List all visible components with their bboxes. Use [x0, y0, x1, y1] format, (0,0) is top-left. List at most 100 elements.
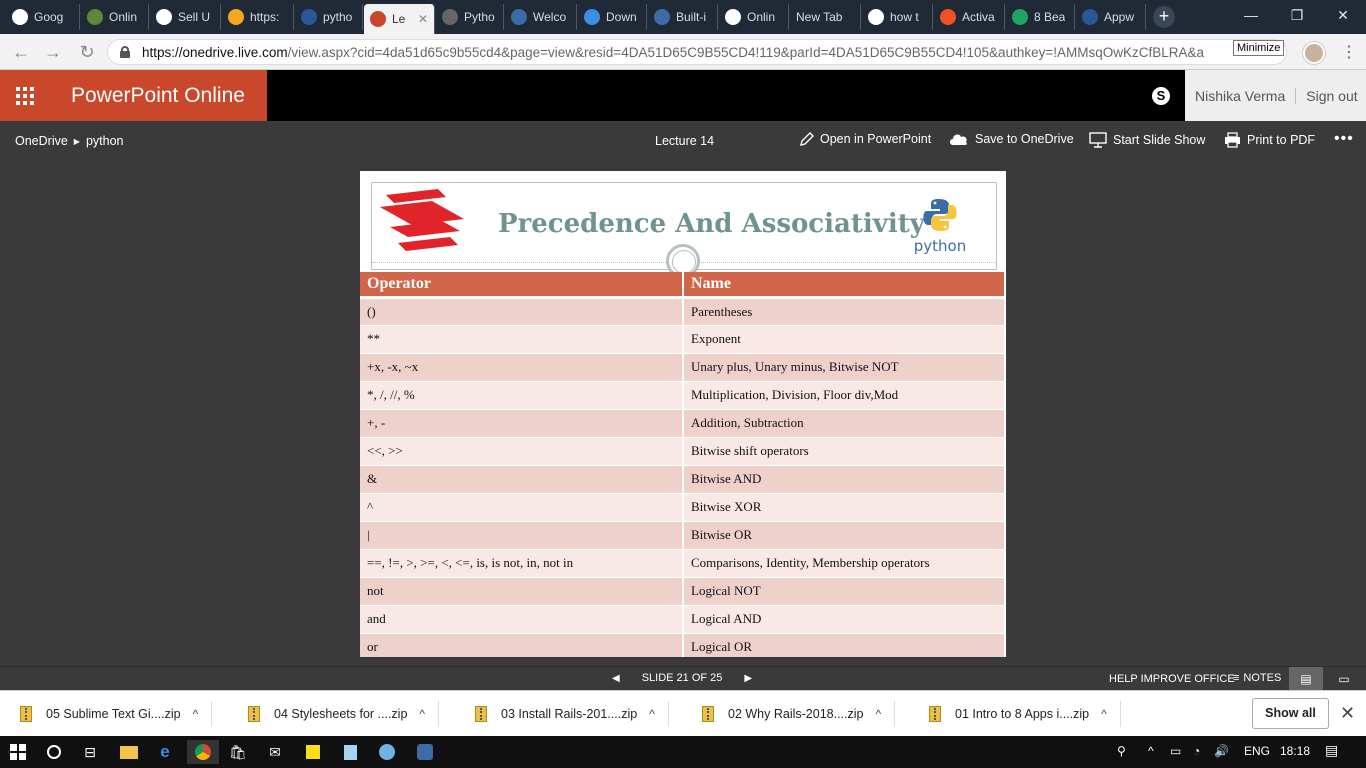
address-bar: ← → ↻ https://onedrive.live.com/view.asp… [0, 34, 1366, 70]
chevron-up-icon[interactable]: ^ [1101, 707, 1107, 721]
browser-tab[interactable]: how t [862, 4, 933, 30]
profile-avatar-icon[interactable] [1303, 42, 1325, 64]
browser-tab[interactable]: Onlin [81, 4, 149, 30]
browser-tab[interactable]: https: [222, 4, 294, 30]
windows-start-icon[interactable] [2, 740, 34, 764]
python-logo: python [912, 193, 968, 255]
previous-slide-icon[interactable]: ◀ [612, 673, 620, 684]
chrome-menu-icon[interactable]: ⋮ [1340, 42, 1358, 64]
clock[interactable]: 18:18 [1280, 744, 1310, 758]
browser-tab[interactable]: Welco [505, 4, 577, 30]
new-tab-button[interactable]: + [1153, 6, 1175, 28]
more-options-icon[interactable]: ••• [1334, 130, 1354, 148]
task-view-icon[interactable]: ⊟ [74, 740, 106, 764]
start-slide-show-button[interactable]: Start Slide Show [1089, 132, 1205, 148]
print-to-pdf-button[interactable]: Print to PDF [1224, 132, 1315, 148]
cell-name: Bitwise OR [683, 521, 1006, 550]
minimize-tooltip: Minimize [1233, 40, 1285, 56]
forward-arrow-icon[interactable]: → [42, 41, 64, 63]
browser-tab[interactable]: Sell U [150, 4, 221, 30]
precedence-table: Operator Name () Parentheses ** Exponent +x,… [360, 272, 1006, 657]
sticky-notes-icon[interactable] [297, 740, 329, 764]
store-icon[interactable]: 🛍 [222, 740, 254, 764]
browser-tab[interactable]: 8 Bea [1006, 4, 1075, 30]
python-app-icon[interactable] [409, 740, 441, 764]
notepad-icon[interactable] [334, 740, 366, 764]
browser-tab[interactable]: pytho [295, 4, 363, 30]
table-row: ==, !=, >, >=, <, <=, is, is not, in, no… [360, 549, 1006, 578]
site-icon [1082, 9, 1098, 25]
people-icon[interactable]: ⚲ [1117, 744, 1126, 758]
browser-tab[interactable]: Le ✕ [364, 4, 435, 34]
browser-tab[interactable]: Down [578, 4, 647, 30]
browser-tab[interactable]: Goog [6, 4, 80, 30]
mail-icon[interactable]: ✉ [259, 740, 291, 764]
sign-out-link[interactable]: Sign out [1296, 88, 1357, 104]
close-downloads-icon[interactable]: ✕ [1340, 703, 1355, 724]
download-item[interactable]: 04 Stylesheets for ....zip ^ [248, 691, 440, 737]
download-item[interactable]: 02 Why Rails-2018....zip ^ [702, 691, 896, 737]
slide-show-view-icon[interactable]: ▭ [1333, 667, 1355, 691]
file-explorer-icon[interactable] [113, 740, 145, 764]
slide-canvas[interactable]: Precedence And Associativity python Oper… [360, 171, 1006, 657]
app-launcher-icon[interactable] [0, 70, 50, 121]
next-slide-icon[interactable]: ▶ [744, 673, 752, 684]
slide-counter: SLIDE 21 OF 25 [641, 672, 723, 684]
reload-icon[interactable]: ↻ [76, 41, 98, 63]
download-item[interactable]: 01 Intro to 8 Apps i....zip ^ [929, 691, 1121, 737]
chevron-up-icon[interactable]: ^ [875, 707, 881, 721]
browser-tab[interactable]: Appw [1076, 4, 1146, 30]
browser-tab-title: Pytho [464, 10, 495, 24]
google-icon [12, 9, 28, 25]
back-arrow-icon[interactable]: ← [10, 41, 32, 63]
downloads-bar: 05 Sublime Text Gi....zip ^ 04 Stylesheets… [0, 690, 1366, 736]
maximize-button[interactable]: ❐ [1274, 0, 1320, 30]
app-name[interactable]: PowerPoint Online [50, 70, 267, 121]
breadcrumb-onedrive[interactable]: OneDrive [15, 134, 68, 148]
cell-name: Comparisons, Identity, Membership operat… [683, 549, 1006, 578]
language-indicator[interactable]: ENG [1244, 744, 1270, 758]
show-all-button[interactable]: Show all [1252, 698, 1329, 729]
browser-tab[interactable]: Onlin [719, 4, 789, 30]
open-in-powerpoint-button[interactable]: Open in PowerPoint [800, 132, 931, 146]
zip-file-icon [248, 706, 260, 722]
skype-button[interactable]: S [1137, 70, 1185, 121]
url-input[interactable]: https://onedrive.live.com/view.aspx?cid=… [107, 39, 1287, 65]
app-icon[interactable] [371, 740, 403, 764]
taskbar: ⊟ e 🛍 ✉ ⚲ ^ ▭ ◔ 🔊 ENG 18:18 ▤ [0, 736, 1366, 768]
help-improve-office-link[interactable]: HELP IMPROVE OFFICE [1109, 673, 1235, 685]
tray-chevron-icon[interactable]: ^ [1148, 744, 1154, 758]
minimize-button[interactable]: — [1228, 0, 1274, 30]
cell-name: Logical AND [683, 605, 1006, 634]
battery-icon[interactable]: ▭ [1170, 744, 1181, 758]
download-item[interactable]: 05 Sublime Text Gi....zip ^ [20, 691, 213, 737]
browser-tab[interactable]: Activa [934, 4, 1005, 30]
volume-icon[interactable]: 🔊 [1214, 744, 1229, 758]
close-tab-icon[interactable]: ✕ [418, 12, 428, 26]
action-center-icon[interactable]: ▤ [1325, 742, 1338, 759]
cell-name: Multiplication, Division, Floor div,Mod [683, 381, 1006, 410]
reading-view-icon[interactable]: ▤ [1289, 667, 1323, 691]
browser-tab[interactable]: Built-i [648, 4, 718, 30]
browser-tab[interactable]: Pytho [436, 4, 504, 30]
browser-tab[interactable]: New Tab [790, 4, 861, 30]
save-to-onedrive-button[interactable]: Save to OneDrive [949, 132, 1074, 146]
wifi-icon[interactable]: ◔ [1193, 744, 1200, 758]
chrome-icon[interactable] [187, 740, 219, 764]
breadcrumb-python[interactable]: python [86, 134, 124, 148]
breadcrumb: OneDrive ▶ python [15, 134, 123, 148]
chevron-up-icon[interactable]: ^ [419, 707, 425, 721]
chevron-up-icon[interactable]: ^ [649, 707, 655, 721]
browser-tab-title: Down [606, 10, 637, 24]
close-window-button[interactable]: ✕ [1320, 0, 1366, 30]
divider [211, 701, 213, 727]
notes-button[interactable]: ≡ NOTES [1233, 672, 1281, 684]
search-icon[interactable] [38, 740, 70, 764]
amazon-icon [725, 9, 741, 25]
url-host: https://onedrive.live.com [142, 44, 288, 60]
projector-screen-icon [1089, 132, 1107, 148]
user-name[interactable]: Nishika Verma [1185, 87, 1297, 104]
chevron-up-icon[interactable]: ^ [193, 707, 199, 721]
edge-icon[interactable]: e [149, 740, 181, 764]
download-item[interactable]: 03 Install Rails-201....zip ^ [475, 691, 669, 737]
